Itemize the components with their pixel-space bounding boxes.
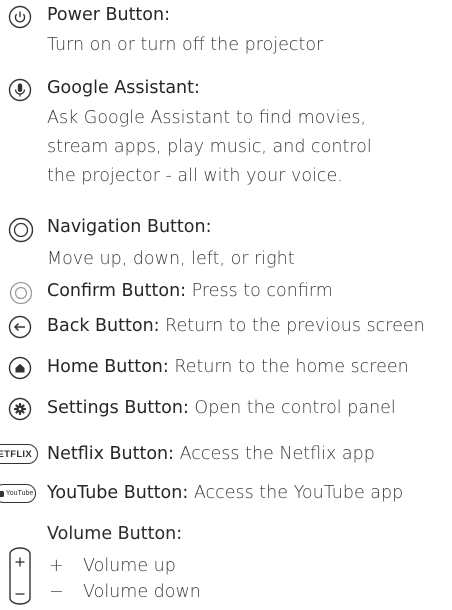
navigation-desc: Move up, down, left, or right [47, 249, 295, 269]
settings-desc: Open the control panel [188, 398, 396, 418]
netflix-title: Netflix Button: [47, 444, 175, 464]
netflix-badge-text: NETFLIX [0, 448, 32, 460]
navigation-title: Navigation Button: [47, 217, 212, 237]
confirm-line: Confirm Button: Press to confirm [47, 281, 333, 301]
youtube-play-mark [0, 490, 4, 497]
volume-down-symbol: − [49, 582, 64, 602]
home-desc: Return to the home screen [168, 357, 409, 377]
youtube-badge-text: YouTube [5, 490, 34, 497]
volume-up-symbol: + [49, 556, 64, 576]
power-title: Power Button: [47, 5, 170, 25]
settings-line: Settings Button: Open the control panel [47, 398, 396, 418]
navigation-ring-icon [8, 217, 34, 243]
youtube-line: YouTube Button: Access the YouTube app [47, 483, 403, 503]
home-line: Home Button: Return to the home screen [47, 357, 409, 377]
power-desc: Turn on or turn off the projector [47, 35, 324, 55]
back-arrow-icon [8, 315, 32, 339]
assistant-title: Google Assistant: [47, 78, 200, 98]
back-title: Back Button: [47, 316, 160, 336]
settings-title: Settings Button: [47, 398, 189, 418]
home-icon [8, 356, 32, 380]
power-icon [8, 5, 32, 29]
confirm-title: Confirm Button: [47, 281, 187, 301]
youtube-desc: Access the YouTube app [188, 483, 404, 503]
gear-icon [8, 397, 32, 421]
volume-down-label: Volume down [83, 582, 201, 602]
netflix-line: Netflix Button: Access the Netflix app [47, 444, 375, 464]
assistant-desc-line-3: the projector - all with your voice. [47, 166, 343, 186]
microphone-icon [8, 78, 32, 102]
volume-title: Volume Button: [47, 524, 183, 544]
netflix-badge-icon: NETFLIX [0, 444, 40, 466]
confirm-desc: Press to confirm [186, 281, 333, 301]
assistant-desc-line-2: stream apps, play music, and control [47, 137, 372, 157]
back-line: Back Button: Return to the previous scre… [47, 316, 425, 336]
volume-up-label: Volume up [83, 556, 176, 576]
back-desc: Return to the previous screen [159, 316, 425, 336]
home-title: Home Button: [47, 357, 169, 377]
netflix-desc: Access the Netflix app [174, 444, 375, 464]
confirm-ring-icon [9, 281, 33, 305]
assistant-desc-line-1: Ask Google Assistant to find movies, [47, 108, 367, 128]
youtube-title: YouTube Button: [47, 483, 189, 503]
volume-rocker-icon [7, 546, 33, 606]
youtube-badge-icon: YouTube [0, 484, 38, 504]
remote-control-guide: Power Button: Turn on or turn off the pr… [0, 0, 452, 608]
